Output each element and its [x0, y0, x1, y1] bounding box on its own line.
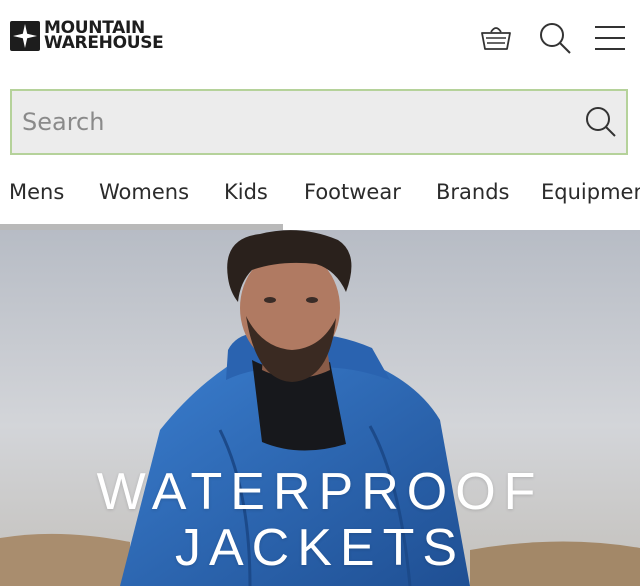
search-bar: [10, 89, 628, 155]
category-nav: Mens Womens Kids Footwear Brands Equipme…: [0, 158, 640, 230]
site-header: MOUNTAIN WAREHOUSE: [0, 0, 640, 76]
nav-item-mens[interactable]: Mens: [9, 180, 64, 204]
menu-button[interactable]: [592, 20, 628, 56]
nav-item-brands[interactable]: Brands: [436, 180, 510, 204]
basket-button[interactable]: [478, 20, 514, 56]
search-submit-button[interactable]: [582, 104, 618, 140]
hamburger-menu-icon: [595, 26, 625, 50]
nav-item-kids[interactable]: Kids: [224, 180, 268, 204]
hero-banner[interactable]: WATERPROOF JACKETS: [0, 230, 640, 586]
hero-title-line2: JACKETS: [174, 519, 466, 577]
hero-title-line1: WATERPROOF: [96, 463, 544, 521]
nav-item-womens[interactable]: Womens: [99, 180, 189, 204]
header-search-button[interactable]: [537, 20, 573, 56]
nav-item-footwear[interactable]: Footwear: [304, 180, 401, 204]
search-icon: [540, 23, 571, 54]
brand-name-line2: WAREHOUSE: [44, 33, 164, 53]
brand-name: MOUNTAIN WAREHOUSE: [44, 20, 164, 53]
search-input[interactable]: [12, 91, 572, 153]
compass-star-logo-icon: [10, 21, 40, 51]
basket-icon: [481, 27, 511, 50]
search-icon: [586, 107, 616, 137]
nav-item-equipment[interactable]: Equipmen: [541, 180, 640, 204]
brand-logo[interactable]: MOUNTAIN WAREHOUSE: [10, 20, 164, 53]
